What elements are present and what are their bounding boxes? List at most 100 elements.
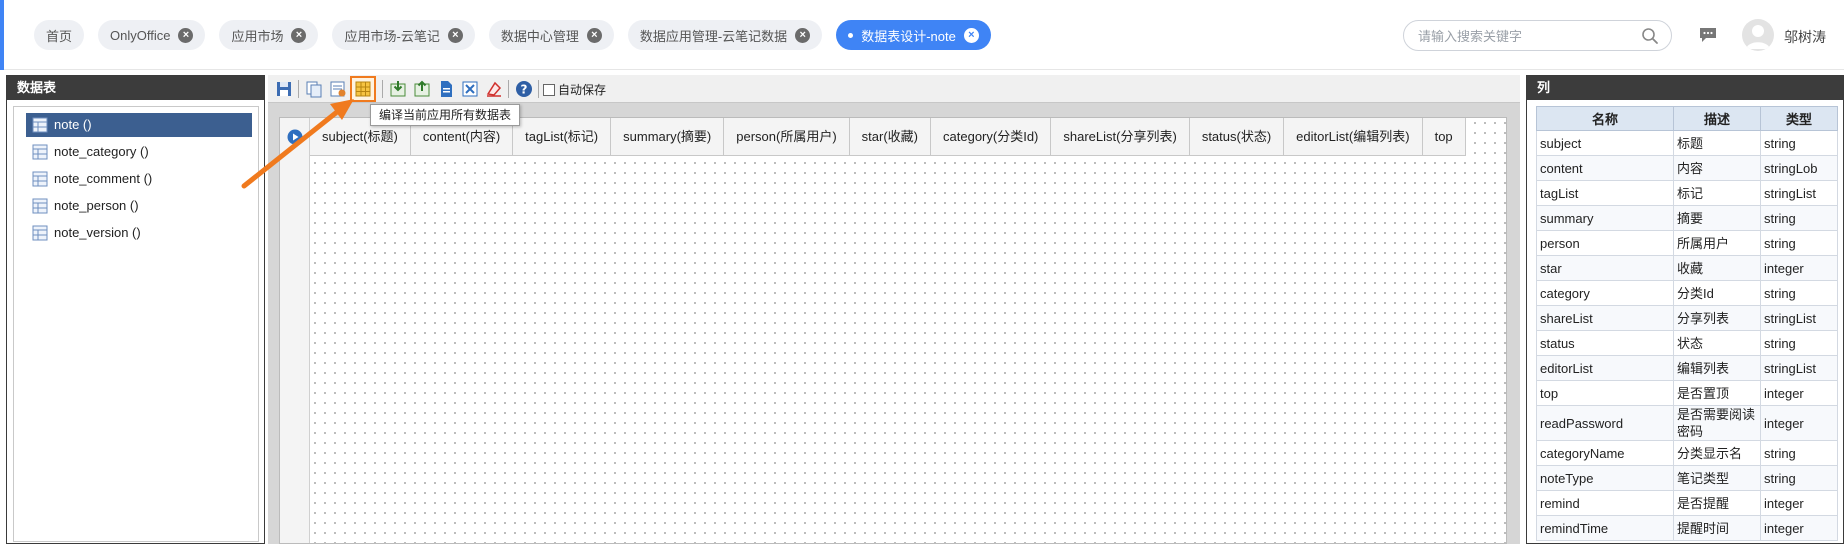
column-type-cell: integer	[1760, 515, 1838, 541]
tab-bar: 首页 OnlyOffice × 应用市场 × 应用市场-云笔记 × 数据中心管理 × 数…	[34, 20, 991, 50]
table-icon	[32, 225, 48, 241]
column-description-cell: 收藏	[1673, 255, 1761, 281]
column-type-cell: string	[1760, 465, 1838, 491]
column-description-cell: 摘要	[1673, 205, 1761, 231]
column-type-cell: string	[1760, 205, 1838, 231]
field-editorlist[interactable]: editorList(编辑列表)	[1284, 118, 1423, 156]
user-icon	[1746, 25, 1770, 49]
top-header: 首页 OnlyOffice × 应用市场 × 应用市场-云笔记 × 数据中心管理 × 数…	[0, 0, 1844, 70]
export-icon[interactable]	[412, 79, 432, 99]
table-row[interactable]: shareList 分享列表 stringList	[1536, 305, 1838, 331]
header-description: 描述	[1673, 106, 1761, 131]
close-icon[interactable]: ×	[447, 27, 463, 43]
table-item-note-person[interactable]: note_person ()	[26, 194, 252, 218]
username[interactable]: 邬树涛	[1784, 27, 1826, 47]
tab-app-market-cloud-note[interactable]: 应用市场-云笔记 ×	[332, 20, 475, 50]
field-category[interactable]: category(分类Id)	[931, 118, 1052, 156]
table-row[interactable]: star 收藏 integer	[1536, 255, 1838, 281]
column-name-cell: category	[1536, 280, 1674, 306]
close-icon[interactable]: ×	[291, 27, 307, 43]
table-row[interactable]: subject 标题 string	[1536, 130, 1838, 156]
autosave-toggle[interactable]: 自动保存	[543, 81, 606, 98]
table-row[interactable]: content 内容 stringLob	[1536, 155, 1838, 181]
field-status[interactable]: status(状态)	[1190, 118, 1285, 156]
field-sharelist[interactable]: shareList(分享列表)	[1051, 118, 1190, 156]
column-type-cell: stringLob	[1760, 155, 1838, 181]
column-description-cell: 提醒时间	[1673, 515, 1761, 541]
table-icon	[32, 117, 48, 133]
tab-data-center[interactable]: 数据中心管理 ×	[488, 20, 614, 50]
toolbar-separator	[382, 80, 383, 98]
copy-table-icon[interactable]	[304, 79, 324, 99]
table-row[interactable]: editorList 编辑列表 stringList	[1536, 355, 1838, 381]
excel-icon[interactable]	[460, 79, 480, 99]
message-icon[interactable]	[1698, 26, 1718, 44]
avatar[interactable]	[1742, 19, 1774, 51]
tab-app-market[interactable]: 应用市场 ×	[219, 20, 319, 50]
column-name-cell: star	[1536, 255, 1674, 281]
column-type-cell: stringList	[1760, 180, 1838, 206]
column-table-header: 名称 描述 类型	[1536, 106, 1838, 131]
tab-table-design-note[interactable]: 数据表设计-note ×	[836, 20, 991, 50]
field-person[interactable]: person(所属用户)	[724, 118, 850, 156]
column-description-cell: 是否需要阅读密码	[1673, 405, 1761, 441]
tab-label: 数据应用管理-云笔记数据	[639, 28, 788, 44]
close-icon[interactable]: ×	[963, 27, 979, 43]
table-item-note[interactable]: note ()	[26, 113, 252, 137]
tab-label: 应用市场	[231, 28, 284, 44]
table-item-label: note_comment ()	[54, 171, 153, 186]
table-properties-icon[interactable]	[328, 79, 348, 99]
search-input[interactable]	[1418, 26, 1638, 46]
table-item-note-version[interactable]: note_version ()	[26, 221, 252, 245]
column-type-cell: string	[1760, 230, 1838, 256]
column-description-cell: 分享列表	[1673, 305, 1761, 331]
table-row[interactable]: remindTime 提醒时间 integer	[1536, 515, 1838, 541]
save-icon[interactable]	[274, 79, 294, 99]
column-type-cell: string	[1760, 330, 1838, 356]
import-icon[interactable]	[388, 79, 408, 99]
column-panel: 列 名称 描述 类型 subject 标题 string content 内容 strin…	[1526, 75, 1844, 544]
clear-icon[interactable]	[484, 79, 504, 99]
toolbar-separator	[298, 80, 299, 98]
table-design-canvas[interactable]: subject(标题) content(内容) tagList(标记) summ…	[279, 117, 1507, 544]
column-description-cell: 分类Id	[1673, 280, 1761, 306]
table-row[interactable]: person 所属用户 string	[1536, 230, 1838, 256]
table-row[interactable]: noteType 笔记类型 string	[1536, 465, 1838, 491]
search-icon[interactable]	[1641, 27, 1659, 45]
field-taglist[interactable]: tagList(标记)	[513, 118, 612, 156]
column-description-cell: 所属用户	[1673, 230, 1761, 256]
document-icon[interactable]	[436, 79, 456, 99]
table-row[interactable]: readPassword 是否需要阅读密码 integer	[1536, 405, 1838, 441]
autosave-checkbox[interactable]	[543, 83, 555, 96]
tab-home[interactable]: 首页	[34, 20, 85, 50]
autosave-label: 自动保存	[558, 83, 607, 97]
table-item-note-comment[interactable]: note_comment ()	[26, 167, 252, 191]
table-row[interactable]: summary 摘要 string	[1536, 205, 1838, 231]
column-description-cell: 编辑列表	[1673, 355, 1761, 381]
table-row[interactable]: top 是否置顶 integer	[1536, 380, 1838, 406]
table-row[interactable]: remind 是否提醒 integer	[1536, 490, 1838, 516]
tab-onlyoffice[interactable]: OnlyOffice ×	[98, 20, 206, 50]
table-row[interactable]: status 状态 string	[1536, 330, 1838, 356]
table-row[interactable]: tagList 标记 stringList	[1536, 180, 1838, 206]
field-star[interactable]: star(收藏)	[850, 118, 932, 156]
play-icon[interactable]	[287, 129, 303, 145]
table-row[interactable]: categoryName 分类显示名 string	[1536, 440, 1838, 466]
close-icon[interactable]: ×	[586, 27, 602, 43]
column-name-cell: remindTime	[1536, 515, 1674, 541]
table-row[interactable]: category 分类Id string	[1536, 280, 1838, 306]
close-icon[interactable]: ×	[178, 27, 194, 43]
column-description-cell: 笔记类型	[1673, 465, 1761, 491]
column-type-cell: integer	[1760, 255, 1838, 281]
column-type-cell: stringList	[1760, 305, 1838, 331]
table-item-note-category[interactable]: note_category ()	[26, 140, 252, 164]
help-icon[interactable]: ?	[514, 79, 534, 99]
column-type-cell: stringList	[1760, 355, 1838, 381]
compile-all-tables-icon[interactable]	[350, 76, 376, 102]
field-summary[interactable]: summary(摘要)	[611, 118, 725, 156]
field-top[interactable]: top	[1423, 118, 1466, 156]
column-description-cell: 标题	[1673, 130, 1761, 156]
close-icon[interactable]: ×	[795, 27, 811, 43]
column-name-cell: remind	[1536, 490, 1674, 516]
tab-data-app-management[interactable]: 数据应用管理-云笔记数据 ×	[627, 20, 823, 50]
